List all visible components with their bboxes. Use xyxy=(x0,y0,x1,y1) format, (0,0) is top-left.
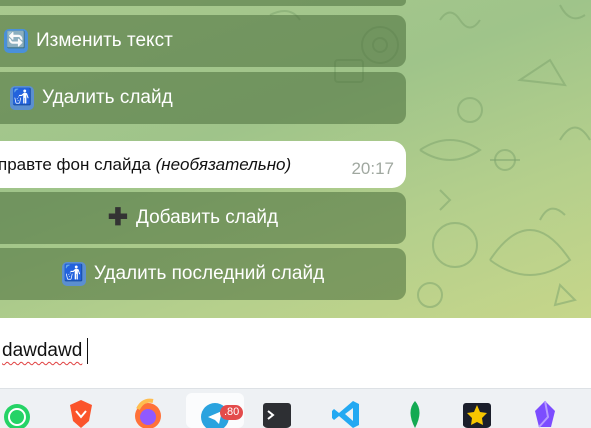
refresh-icon: 🔄 xyxy=(4,29,28,53)
app-star-icon[interactable] xyxy=(462,397,492,428)
mongodb-icon[interactable] xyxy=(400,397,430,428)
delete-last-slide-label: Удалить последний слайд xyxy=(93,263,325,284)
message-text-plain: правте фон слайда xyxy=(0,154,156,174)
message-text: правте фон слайда (необязательно) xyxy=(0,155,291,175)
message-time: 20:17 xyxy=(351,159,394,178)
delete-last-slide-button[interactable]: 🚮 Удалить последний слайд xyxy=(0,248,406,300)
delete-slide-button[interactable]: 🚮 Удалить слайд xyxy=(0,72,406,124)
taskbar: .80 xyxy=(0,388,591,428)
bot-message: правте фон слайда (необязательно) 20:17 xyxy=(0,141,406,188)
telegram-badge: .80 xyxy=(220,405,244,420)
obsidian-icon[interactable] xyxy=(530,397,560,428)
firefox-icon[interactable] xyxy=(133,397,163,428)
message-text-italic: (необязательно) xyxy=(155,154,292,174)
add-slide-label: Добавить слайд xyxy=(136,207,279,228)
message-composer[interactable]: dawdawd xyxy=(0,318,591,388)
delete-slide-label: Удалить слайд xyxy=(42,87,173,108)
brave-icon[interactable] xyxy=(66,397,96,428)
add-slide-button[interactable]: ✚ Добавить слайд xyxy=(0,192,406,244)
edit-text-button[interactable]: 🔄 Изменить текст xyxy=(0,15,406,67)
edit-text-label: Изменить текст xyxy=(36,30,173,51)
keyboard-button-partial[interactable] xyxy=(0,0,406,6)
terminal-icon[interactable] xyxy=(262,397,292,428)
vscode-icon[interactable] xyxy=(331,397,361,428)
chat-background: 🔄 Изменить текст 🚮 Удалить слайд правте … xyxy=(0,0,591,318)
whatsapp-icon[interactable] xyxy=(2,397,32,428)
plus-icon: ✚ xyxy=(107,204,128,231)
trash-icon: 🚮 xyxy=(61,262,86,286)
message-input[interactable]: dawdawd xyxy=(2,340,82,362)
trash-icon: 🚮 xyxy=(10,86,34,110)
text-caret xyxy=(87,338,88,364)
